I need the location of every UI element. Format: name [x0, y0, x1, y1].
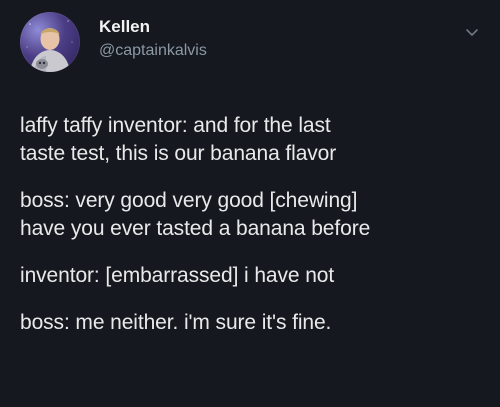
- username-handle[interactable]: @captainkalvis: [99, 41, 207, 61]
- display-name[interactable]: Kellen: [99, 17, 150, 37]
- avatar[interactable]: [20, 12, 80, 72]
- tweet-line: boss: very good very good [chewing]: [20, 189, 358, 212]
- avatar-image: [26, 20, 73, 72]
- chevron-down-glyph: [466, 29, 478, 36]
- tweet-text: laffy taffy inventor: and for the last t…: [20, 112, 490, 356]
- tweet-card: Kellen @captainkalvis laffy taffy invent…: [0, 0, 500, 407]
- tweet-line: have you ever tasted a banana before: [20, 217, 371, 240]
- tweet-line: laffy taffy inventor: and for the last: [20, 114, 331, 137]
- tweet-paragraph: inventor: [embarrassed] i have not: [20, 262, 490, 290]
- tweet-paragraph: boss: very good very good [chewing] have…: [20, 187, 490, 243]
- tweet-line: taste test, this is our banana flavor: [20, 142, 337, 165]
- tweet-line: boss: me neither. i'm sure it's fine.: [20, 311, 332, 334]
- tweet-paragraph: laffy taffy inventor: and for the last t…: [20, 112, 490, 168]
- tweet-paragraph: boss: me neither. i'm sure it's fine.: [20, 309, 490, 337]
- tweet-line: inventor: [embarrassed] i have not: [20, 264, 335, 287]
- chevron-down-icon[interactable]: [462, 22, 482, 42]
